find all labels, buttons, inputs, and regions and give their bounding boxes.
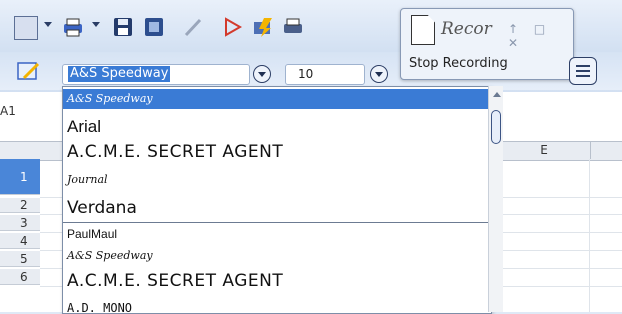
name-box-value[interactable]: A1 (0, 104, 16, 118)
scroll-up-arrow-icon[interactable] (493, 92, 501, 97)
stop-recording-button[interactable]: Stop Recording (409, 56, 508, 71)
row-header-4[interactable]: 4 (0, 233, 40, 249)
window-controls[interactable]: ↑ □ ✕ (508, 22, 573, 50)
print-preview-icon[interactable] (282, 16, 304, 38)
grid-line (589, 159, 590, 312)
row-header-2[interactable]: 2 (0, 198, 40, 213)
styles-icon[interactable] (16, 60, 40, 82)
row-header-label: 1 (20, 170, 28, 184)
font-option[interactable]: A.C.M.E. SECRET AGENT (67, 142, 283, 162)
name-box[interactable]: A1 (0, 104, 60, 122)
record-panel-title: Recor (441, 19, 492, 39)
print-menu-arrow-icon[interactable] (92, 22, 100, 27)
row-header-5[interactable]: 5 (0, 251, 40, 267)
font-size-combobox[interactable]: 10 (285, 64, 365, 85)
row-header-label: 6 (20, 270, 28, 284)
font-dropdown-list: A&S Speedway Arial A.C.M.E. SECRET AGENT… (62, 86, 492, 314)
page-view-icon[interactable] (14, 16, 38, 40)
scrollbar-thumb[interactable] (491, 110, 501, 144)
font-option[interactable]: A&S Speedway (63, 89, 491, 109)
font-size-value[interactable]: 10 (298, 67, 313, 81)
font-option[interactable]: A&S Speedway (67, 249, 153, 262)
save-icon[interactable] (112, 16, 134, 38)
record-macro-panel: Recor ↑ □ ✕ Stop Recording (400, 8, 574, 80)
font-option[interactable]: Verdana (67, 198, 137, 218)
font-option[interactable]: Arial (67, 117, 101, 137)
font-name-combobox[interactable]: A&S Speedway (62, 64, 250, 85)
column-header-e[interactable]: E (497, 141, 591, 159)
row-header-label: 5 (20, 252, 28, 266)
document-icon (411, 15, 435, 45)
pdf-export-icon[interactable] (222, 16, 244, 38)
font-name-value[interactable]: A&S Speedway (68, 66, 171, 82)
font-option[interactable]: PaulMaul (67, 227, 117, 241)
row-header-1[interactable]: 1 (0, 159, 40, 195)
spellcheck-icon[interactable] (252, 16, 274, 38)
menu-icon[interactable] (569, 57, 597, 85)
font-option[interactable]: Journal (67, 173, 108, 186)
font-option[interactable]: A.C.M.E. SECRET AGENT (67, 271, 283, 291)
row-header-label: 2 (20, 198, 28, 212)
column-header-label: E (540, 143, 548, 157)
row-header-6[interactable]: 6 (0, 269, 40, 285)
row-header-3[interactable]: 3 (0, 215, 40, 231)
row-header-label: 3 (20, 216, 28, 230)
font-option[interactable]: A.D. MONO (67, 301, 132, 313)
export-icon[interactable] (143, 16, 165, 38)
font-name-dropdown-button[interactable] (253, 65, 271, 83)
font-list-separator (63, 222, 491, 223)
edit-pencil-icon[interactable] (182, 16, 204, 38)
print-icon[interactable] (62, 16, 84, 38)
page-view-menu-arrow-icon[interactable] (44, 22, 52, 27)
row-header-label: 4 (20, 234, 28, 248)
font-size-dropdown-button[interactable] (370, 65, 388, 83)
